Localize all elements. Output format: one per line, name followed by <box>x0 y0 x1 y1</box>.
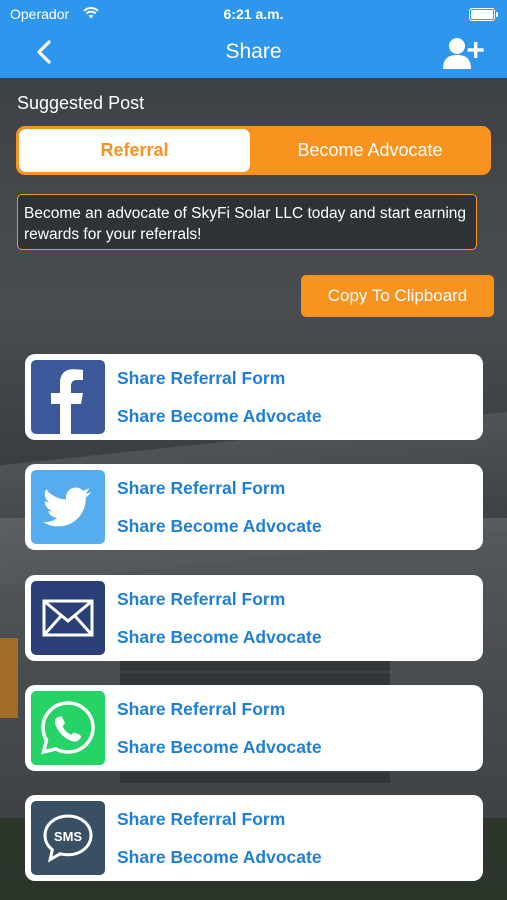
share-become-advocate-link[interactable]: Share Become Advocate <box>117 627 322 648</box>
suggested-post-label: Suggested Post <box>17 93 145 113</box>
sms-icon: SMS <box>31 801 105 875</box>
share-become-advocate-link[interactable]: Share Become Advocate <box>117 406 322 427</box>
top-bar: Operador 6:21 a.m. Share <box>0 0 507 78</box>
tab-become-advocate[interactable]: Become Advocate <box>252 129 488 172</box>
share-card-whatsapp: Share Referral Form Share Become Advocat… <box>25 685 483 771</box>
post-type-segmented-control: Referral Become Advocate <box>16 126 491 175</box>
facebook-icon <box>31 360 105 434</box>
copy-to-clipboard-button[interactable]: Copy To Clipboard <box>301 275 494 317</box>
share-become-advocate-link[interactable]: Share Become Advocate <box>117 516 322 537</box>
add-user-icon[interactable] <box>441 36 485 70</box>
mail-icon <box>31 581 105 655</box>
share-card-email: Share Referral Form Share Become Advocat… <box>25 575 483 661</box>
share-referral-form-link[interactable]: Share Referral Form <box>117 699 285 720</box>
tab-referral[interactable]: Referral <box>19 129 250 172</box>
status-bar: Operador 6:21 a.m. <box>0 4 507 26</box>
page-title: Share <box>225 40 282 63</box>
battery-icon <box>469 8 498 21</box>
twitter-icon <box>31 470 105 544</box>
share-referral-form-link[interactable]: Share Referral Form <box>117 589 285 610</box>
clock: 6:21 a.m. <box>223 6 284 22</box>
share-card-twitter: Share Referral Form Share Become Advocat… <box>25 464 483 550</box>
share-become-advocate-link[interactable]: Share Become Advocate <box>117 737 322 758</box>
share-card-sms: SMS Share Referral Form Share Become Adv… <box>25 795 483 881</box>
share-referral-form-link[interactable]: Share Referral Form <box>117 809 285 830</box>
share-become-advocate-link[interactable]: Share Become Advocate <box>117 847 322 868</box>
whatsapp-icon <box>31 691 105 765</box>
share-card-facebook: Share Referral Form Share Become Advocat… <box>25 354 483 440</box>
share-referral-form-link[interactable]: Share Referral Form <box>117 368 285 389</box>
post-message-text[interactable]: Become an advocate of SkyFi Solar LLC to… <box>17 194 477 250</box>
share-referral-form-link[interactable]: Share Referral Form <box>117 478 285 499</box>
svg-text:SMS: SMS <box>54 829 83 844</box>
